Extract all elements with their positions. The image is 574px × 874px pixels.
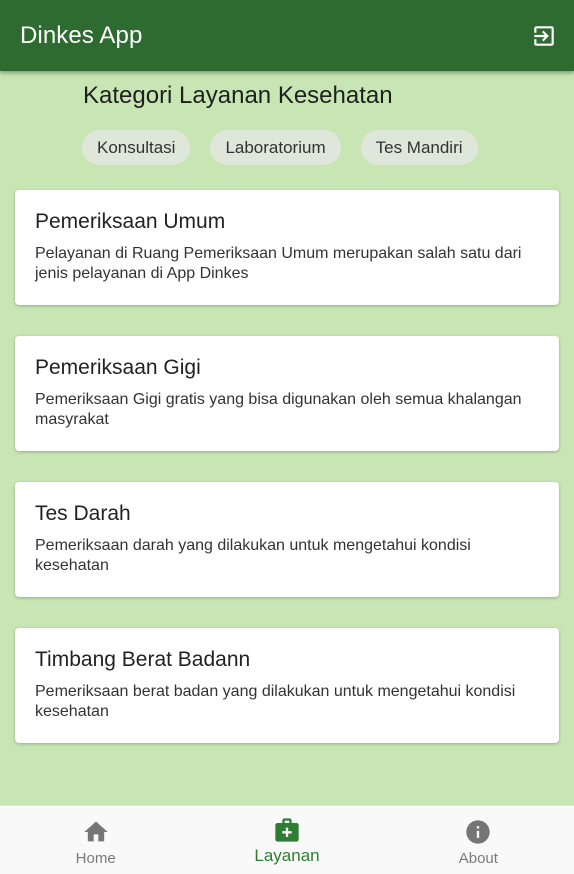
category-chips: Konsultasi Laboratorium Tes Mandiri xyxy=(82,130,478,165)
service-title: Tes Darah xyxy=(35,502,131,525)
home-icon xyxy=(83,821,108,842)
logout-button[interactable] xyxy=(526,18,562,54)
chip-konsultasi[interactable]: Konsultasi xyxy=(82,130,191,165)
service-card-tes-darah[interactable]: Tes Darah Pemeriksaan darah yang dilakuk… xyxy=(15,482,559,597)
service-title: Pemeriksaan Gigi xyxy=(35,356,201,379)
service-description: Pemeriksaan Gigi gratis yang bisa diguna… xyxy=(35,391,522,428)
service-description: Pemeriksaan darah yang dilakukan untuk m… xyxy=(35,537,471,574)
service-card-timbang-berat-badan[interactable]: Timbang Berat Badann Pemeriksaan berat b… xyxy=(15,628,559,743)
service-title: Timbang Berat Badann xyxy=(35,648,251,671)
service-card-pemeriksaan-gigi[interactable]: Pemeriksaan Gigi Pemeriksaan Gigi gratis… xyxy=(15,336,559,451)
app-title: Dinkes App xyxy=(20,21,143,49)
service-card-pemeriksaan-umum[interactable]: Pemeriksaan Umum Pelayanan di Ruang Peme… xyxy=(15,190,559,305)
nav-layanan-label: Layanan xyxy=(254,846,320,865)
bottom-navigation: Home Layanan About xyxy=(0,805,574,874)
service-list: Pemeriksaan Umum Pelayanan di Ruang Peme… xyxy=(15,190,559,774)
chip-tes-mandiri[interactable]: Tes Mandiri xyxy=(360,130,478,165)
logout-icon xyxy=(534,25,554,46)
nav-layanan[interactable]: Layanan xyxy=(191,806,382,874)
nav-about[interactable]: About xyxy=(383,806,574,874)
service-title: Pemeriksaan Umum xyxy=(35,210,226,233)
nav-about-label: About xyxy=(458,850,498,867)
info-icon xyxy=(466,820,490,844)
nav-home[interactable]: Home xyxy=(0,806,191,874)
service-description: Pelayanan di Ruang Pemeriksaan Umum meru… xyxy=(35,245,522,282)
nav-home-label: Home xyxy=(75,850,116,867)
medical-bag-icon xyxy=(275,818,299,842)
service-description: Pemeriksaan berat badan yang dilakukan u… xyxy=(35,683,516,720)
category-title: Kategori Layanan Kesehatan xyxy=(83,82,393,109)
app-bar: Dinkes App xyxy=(0,0,574,71)
chip-laboratorium[interactable]: Laboratorium xyxy=(210,130,341,165)
